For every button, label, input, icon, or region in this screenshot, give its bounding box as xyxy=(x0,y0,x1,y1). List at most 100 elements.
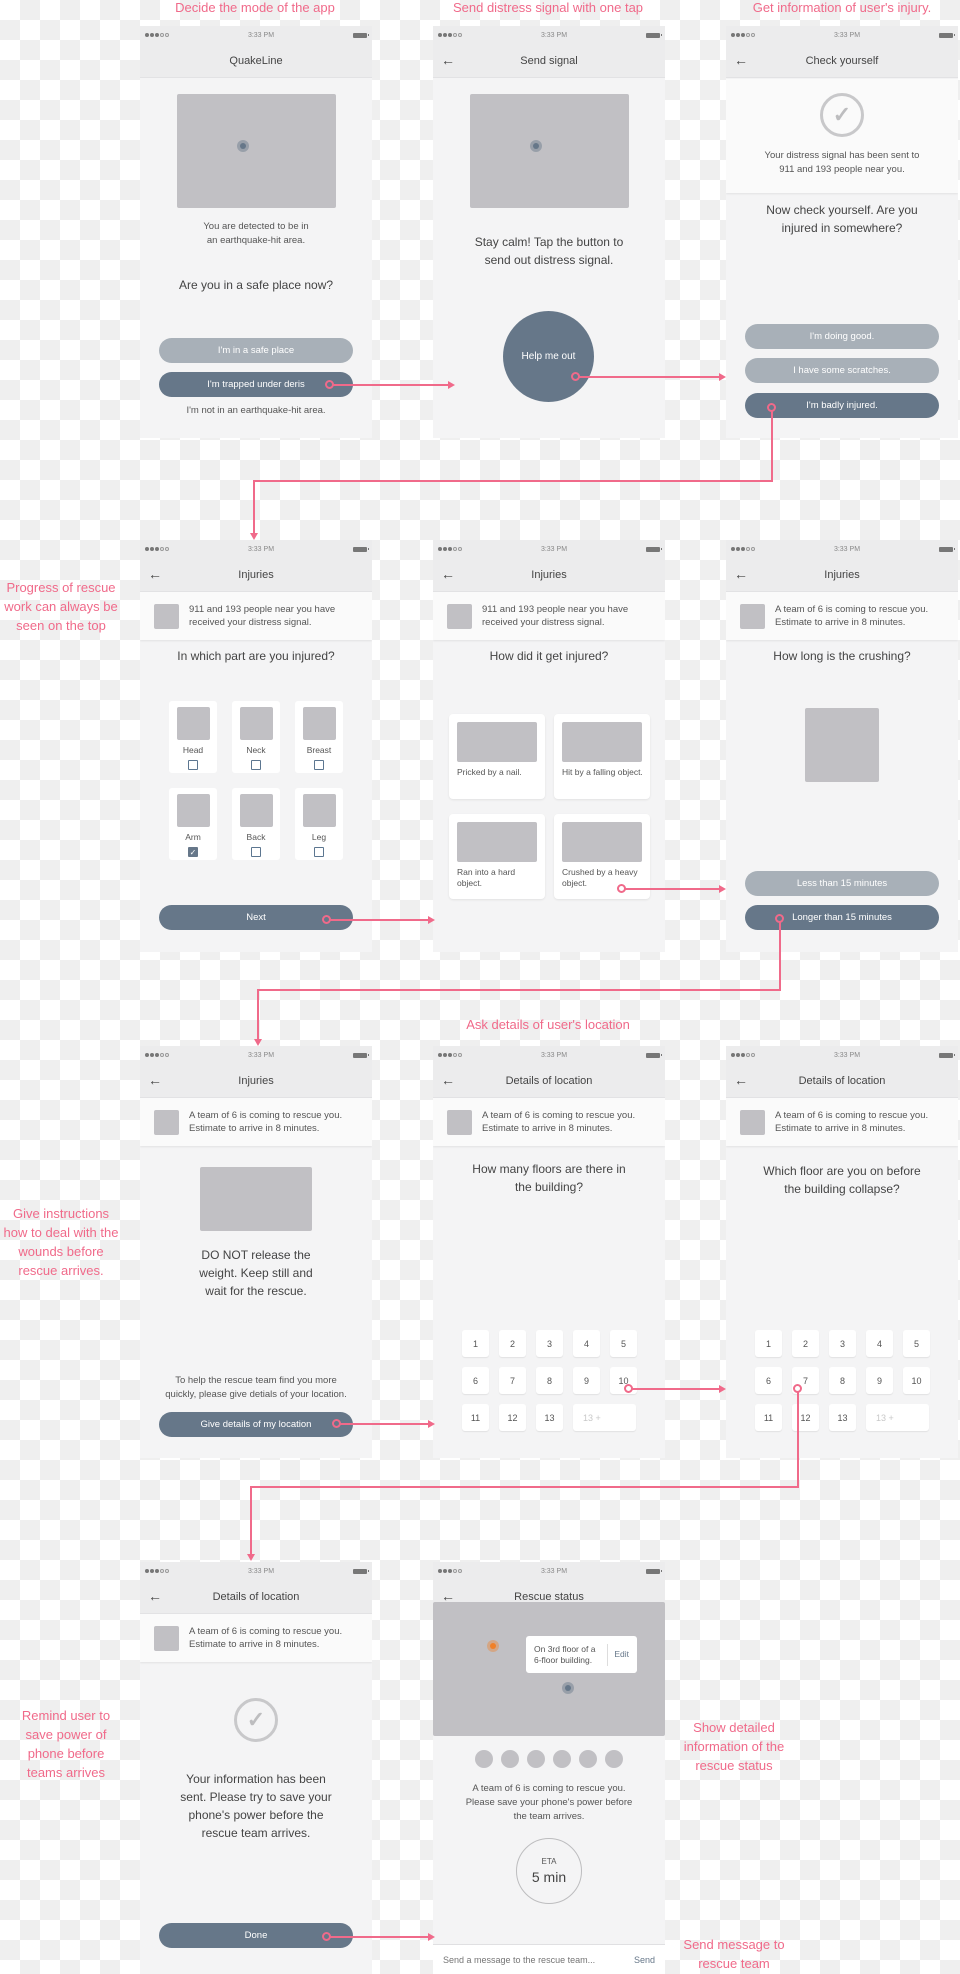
safe-place-button[interactable]: I'm in a safe place xyxy=(159,338,353,363)
rescue-info-text: A team of 6 is coming to rescue you. Ple… xyxy=(465,1783,633,1822)
part-card-arm[interactable]: Arm ✓ xyxy=(169,788,217,860)
send-button[interactable]: Send xyxy=(634,1955,655,1965)
not-in-area-link[interactable]: I'm not in an earthquake-hit area. xyxy=(140,404,372,418)
floor-option[interactable]: 11 xyxy=(462,1404,489,1431)
floor-option[interactable]: 2 xyxy=(499,1330,526,1357)
head-image xyxy=(176,707,210,740)
nav-bar: ← Details of location xyxy=(140,1580,372,1614)
floor-option[interactable]: 8 xyxy=(536,1367,563,1394)
floor-option[interactable]: 13 xyxy=(829,1404,856,1431)
cause-image xyxy=(562,822,642,862)
message-input[interactable] xyxy=(443,1954,634,1965)
give-location-button[interactable]: Give details of my location xyxy=(159,1412,353,1437)
doing-good-button[interactable]: I'm doing good. xyxy=(745,324,939,349)
status-time: 3:33 PM xyxy=(247,1567,275,1575)
floor-option[interactable]: 10 xyxy=(903,1367,930,1394)
floor-option[interactable]: 7 xyxy=(499,1367,526,1394)
signal-icon xyxy=(731,547,755,551)
back-arrow-icon[interactable]: ← xyxy=(148,1072,162,1088)
floor-option[interactable]: 5 xyxy=(610,1330,637,1357)
floor-option[interactable]: 12 xyxy=(499,1404,526,1431)
floor-count-question: How many floors are there in the buildin… xyxy=(472,1162,626,1194)
instruction-text: DO NOT release the weight. Keep still an… xyxy=(199,1248,313,1298)
annotation-location: Ask details of user's location xyxy=(466,1017,630,1032)
less-than-15-button[interactable]: Less than 15 minutes xyxy=(745,871,939,896)
floor-option[interactable]: 13 + xyxy=(573,1404,636,1431)
back-arrow-icon[interactable]: ← xyxy=(441,52,455,68)
floor-option[interactable]: 11 xyxy=(755,1404,782,1431)
floor-option[interactable]: 1 xyxy=(755,1330,782,1357)
battery-icon xyxy=(352,1568,369,1574)
back-arrow-icon[interactable]: ← xyxy=(734,52,748,68)
edit-location-button[interactable]: Edit xyxy=(608,1649,629,1660)
status-bar: 3:33 PM xyxy=(726,540,958,558)
floor-option[interactable]: 8 xyxy=(829,1367,856,1394)
floor-option[interactable]: 6 xyxy=(755,1367,782,1394)
cause-card-falling[interactable]: Hit by a falling object. xyxy=(554,714,650,799)
help-me-out-button[interactable]: Help me out xyxy=(503,311,594,402)
floor-option[interactable]: 9 xyxy=(573,1367,600,1394)
cause-card-hard-object[interactable]: Ran into a hard object. xyxy=(449,814,545,899)
back-arrow-icon[interactable]: ← xyxy=(148,1588,162,1604)
back-checkbox[interactable] xyxy=(251,847,261,857)
neck-checkbox[interactable] xyxy=(251,760,261,770)
injury-part-question: In which part are you injured? xyxy=(177,649,335,663)
arm-checkbox[interactable]: ✓ xyxy=(188,847,198,857)
head-checkbox[interactable] xyxy=(188,760,198,770)
floor-option[interactable]: 4 xyxy=(866,1330,893,1357)
part-card-head[interactable]: Head xyxy=(169,701,217,773)
team-member-avatar[interactable] xyxy=(553,1750,571,1768)
team-member-avatar[interactable] xyxy=(579,1750,597,1768)
scratches-button[interactable]: I have some scratches. xyxy=(745,358,939,383)
part-card-back[interactable]: Back xyxy=(232,788,280,860)
floor-option[interactable]: 1 xyxy=(462,1330,489,1357)
rescue-map[interactable]: On 3rd floor of a 6-floor building. Edit xyxy=(433,1602,665,1736)
team-member-avatar[interactable] xyxy=(527,1750,545,1768)
team-member-avatar[interactable] xyxy=(501,1750,519,1768)
team-member-avatar[interactable] xyxy=(475,1750,493,1768)
back-arrow-icon[interactable]: ← xyxy=(441,566,455,582)
signal-icon xyxy=(438,547,462,551)
location-tooltip: On 3rd floor of a 6-floor building. Edit xyxy=(526,1636,637,1673)
part-card-leg[interactable]: Leg xyxy=(295,788,343,860)
back-arrow-icon[interactable]: ← xyxy=(734,566,748,582)
annotation-status: Show detailed information of the rescue … xyxy=(683,1720,785,1773)
status-time: 3:33 PM xyxy=(833,31,861,39)
part-card-breast[interactable]: Breast xyxy=(295,701,343,773)
floor-option[interactable]: 5 xyxy=(903,1330,930,1357)
team-member-avatar[interactable] xyxy=(605,1750,623,1768)
leg-image xyxy=(302,794,336,827)
leg-checkbox[interactable] xyxy=(314,847,324,857)
banner-text: A team of 6 is coming to rescue you. Est… xyxy=(775,604,929,628)
floor-option[interactable]: 2 xyxy=(792,1330,819,1357)
floor-option[interactable]: 13 xyxy=(536,1404,563,1431)
trapped-button[interactable]: I'm trapped under deris xyxy=(159,372,353,397)
cause-card-crushed[interactable]: Crushed by a heavy object. xyxy=(554,814,650,899)
screen-title: Injuries xyxy=(531,568,567,581)
breast-checkbox[interactable] xyxy=(314,760,324,770)
nav-bar: ← Send signal xyxy=(433,44,665,78)
status-time: 3:33 PM xyxy=(247,545,275,553)
info-sent-text: Your information has been sent. Please t… xyxy=(180,1772,332,1840)
back-arrow-icon[interactable]: ← xyxy=(734,1072,748,1088)
arm-image xyxy=(176,794,210,827)
status-bar: 3:33 PM xyxy=(433,1046,665,1064)
cause-image xyxy=(562,722,642,762)
back-arrow-icon[interactable]: ← xyxy=(148,566,162,582)
floor-option[interactable]: 13 + xyxy=(866,1404,929,1431)
banner-text: A team of 6 is coming to rescue you. Est… xyxy=(482,1110,636,1134)
part-card-neck[interactable]: Neck xyxy=(232,701,280,773)
cause-card-nail[interactable]: Pricked by a nail. xyxy=(449,714,545,799)
part-label: Back xyxy=(246,832,266,842)
status-bar: 3:33 PM xyxy=(726,26,958,44)
back-arrow-icon[interactable]: ← xyxy=(441,1072,455,1088)
status-time: 3:33 PM xyxy=(247,1051,275,1059)
nav-bar: ← Injuries xyxy=(140,558,372,592)
banner-thumbnail xyxy=(154,603,179,629)
back-image xyxy=(239,794,273,827)
floor-option[interactable]: 6 xyxy=(462,1367,489,1394)
floor-option[interactable]: 3 xyxy=(829,1330,856,1357)
floor-option[interactable]: 9 xyxy=(866,1367,893,1394)
floor-option[interactable]: 4 xyxy=(573,1330,600,1357)
floor-option[interactable]: 3 xyxy=(536,1330,563,1357)
